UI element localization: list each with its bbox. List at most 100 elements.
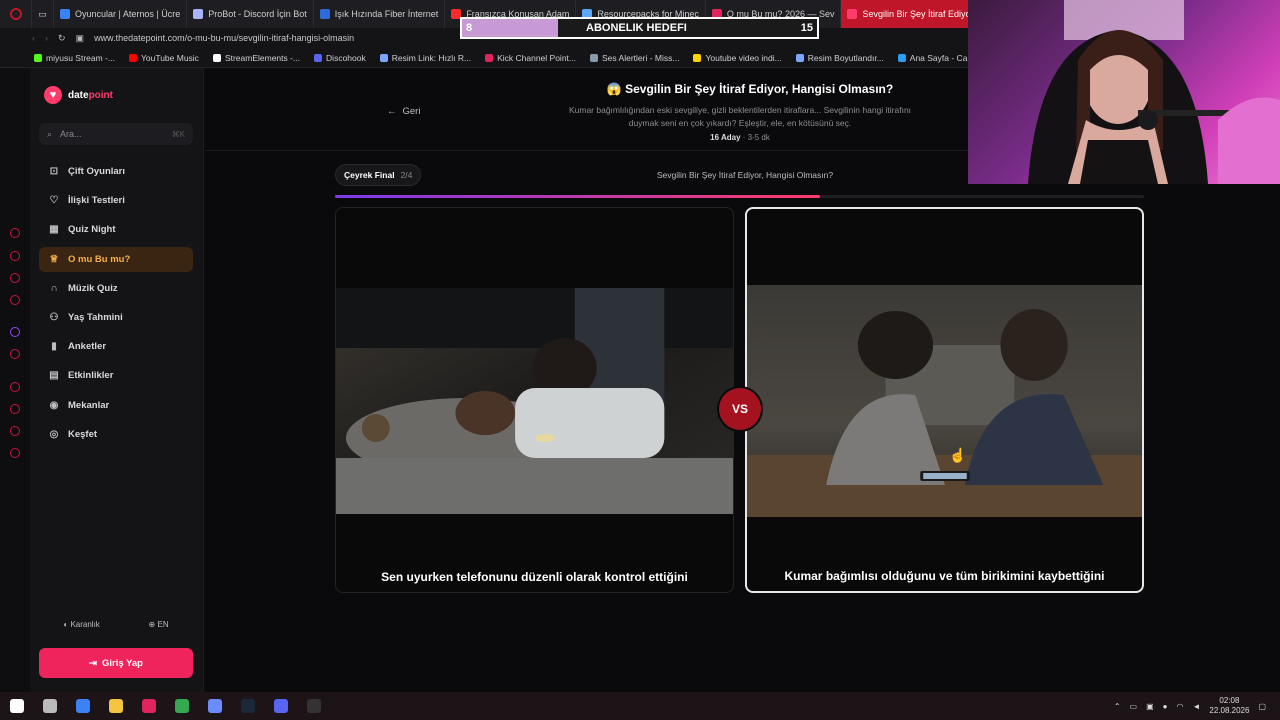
sidebar-item-label: Keşfet — [68, 428, 98, 440]
taskbar-app[interactable] — [66, 692, 99, 720]
folder-icon — [108, 699, 123, 713]
clock[interactable]: 02:08 22.08.2026 — [1209, 696, 1249, 716]
task-view-icon — [42, 699, 57, 713]
rail-icon[interactable] — [10, 251, 20, 261]
tab-favicon-icon — [60, 9, 70, 19]
back-arrow-icon[interactable]: ‹ — [32, 33, 35, 43]
calendar-icon: ▦ — [49, 224, 59, 236]
taskbar-app[interactable] — [165, 692, 198, 720]
lock-icon: ▣ — [75, 32, 85, 43]
login-label: Giriş Yap — [101, 657, 143, 669]
browser-tab[interactable]: ProBot - Discord İçin Bot — [187, 0, 314, 28]
reload-icon[interactable]: ↻ — [58, 33, 66, 44]
sidebar-footer: ◐ Karanlık ⊕ EN — [39, 620, 193, 629]
bookmark-favicon-icon — [34, 53, 42, 62]
goal-progress-fill — [462, 19, 558, 37]
sidebar-item[interactable]: ▦ Quiz Night — [39, 217, 193, 242]
round-progress-fill — [335, 195, 821, 198]
volume-icon[interactable]: ◄ — [1192, 702, 1200, 711]
bookmark-item[interactable]: Kick Channel Point... — [485, 53, 576, 63]
bookmark-favicon-icon — [485, 53, 494, 62]
taskbar-app[interactable] — [0, 692, 33, 720]
bookmark-item[interactable]: Resim Boyutlandır... — [795, 53, 884, 63]
bookmark-label: Kick Channel Point... — [497, 52, 576, 63]
sidebar-item[interactable]: ▤ Etkinlikler — [39, 363, 193, 388]
forward-arrow-icon[interactable]: › — [45, 33, 48, 43]
theme-label: Karanlık — [70, 620, 100, 629]
bookmark-item[interactable]: Ses Alertleri - Miss... — [590, 53, 679, 63]
sidebar-item[interactable]: ▮ Anketler — [39, 334, 193, 359]
rail-icon[interactable] — [10, 273, 20, 283]
browser-menu-button[interactable] — [0, 0, 32, 28]
taskbar-app[interactable] — [231, 692, 264, 720]
wifi-icon[interactable]: ◠ — [1176, 702, 1183, 711]
sidebar-item[interactable]: ◎ Keşfet — [39, 422, 193, 447]
windows-start-icon — [9, 699, 24, 713]
option-card-right[interactable]: Kumar bağımlısı olduğunu ve tüm birikimi… — [745, 207, 1144, 593]
bookmark-label: Discohook — [326, 52, 366, 63]
bookmark-label: StreamElements -... — [224, 52, 301, 63]
rail-icon[interactable] — [10, 404, 20, 414]
bookmark-item[interactable]: miyusu Stream -... — [34, 53, 115, 63]
browser-tab[interactable]: Işık Hızında Fiber İnternet — [314, 0, 446, 28]
rail-icon[interactable] — [10, 349, 20, 359]
quiz-duration: 3-5 dk — [747, 133, 770, 142]
battery-icon[interactable]: ▭ — [1130, 702, 1138, 711]
bookmark-label: Youtube video indi... — [705, 52, 782, 63]
mic-icon[interactable]: ● — [1163, 702, 1168, 711]
tab-list-icon[interactable]: ▭ — [32, 0, 54, 28]
sidebar-item[interactable]: ◉ Mekanlar — [39, 393, 193, 418]
sidebar-item-label: Müzik Quiz — [68, 282, 118, 294]
rail-icon[interactable] — [10, 295, 20, 305]
bookmark-label: Ses Alertleri - Miss... — [602, 52, 680, 63]
rail-icon[interactable] — [10, 382, 20, 392]
login-button[interactable]: ⇥ Giriş Yap — [39, 648, 193, 678]
theme-toggle[interactable]: ◐ Karanlık — [63, 620, 99, 629]
round-progress-bar — [335, 195, 1144, 198]
url-field[interactable]: www.thedatepoint.com/o-mu-bu-mu/sevgilin… — [94, 33, 354, 43]
taskbar-app[interactable] — [132, 692, 165, 720]
bookmark-item[interactable]: Resim Link: Hızlı R... — [379, 53, 471, 63]
taskbar-app[interactable] — [297, 692, 330, 720]
sidebar-item[interactable]: ♡ İlişki Testleri — [39, 188, 193, 213]
rail-icon[interactable] — [10, 426, 20, 436]
tab-title: Sevgilin Bir Şey İtiraf Ediyo — [862, 9, 968, 19]
sidebar-item[interactable]: ⚇ Yaş Tahmini — [39, 305, 193, 330]
bookmark-item[interactable]: Ana Sayfa - Ca — [897, 53, 967, 63]
notification-icon[interactable]: ▢ — [1258, 702, 1266, 711]
system-tray: ⌃ ▭ ▣ ● ◠ ◄ 02:08 22.08.2026 ▢ — [1114, 692, 1266, 720]
sidebar-item-label: Etkinlikler — [68, 370, 114, 382]
taskbar-app[interactable] — [33, 692, 66, 720]
bookmark-item[interactable]: YouTube Music — [128, 53, 199, 63]
sidebar-item-label: Çift Oyunları — [68, 166, 126, 177]
rail-icon[interactable] — [10, 228, 20, 238]
monitor-icon[interactable]: ▣ — [1146, 702, 1154, 711]
bookmark-favicon-icon — [379, 53, 388, 62]
bookmark-item[interactable]: Youtube video indi... — [693, 52, 782, 63]
settings-icon[interactable] — [10, 448, 20, 458]
site-logo[interactable]: ♥ datepoint — [44, 86, 113, 104]
sidebar-item[interactable]: ♕ O mu Bu mu? — [39, 246, 193, 272]
language-toggle[interactable]: ⊕ EN — [149, 620, 169, 629]
bookmark-favicon-icon — [128, 53, 137, 62]
search-input[interactable]: ⌕ Ara... ⌘K — [39, 123, 193, 145]
trophy-icon: ♕ — [49, 253, 59, 265]
goal-target: 15 — [800, 22, 813, 34]
bar-chart-icon: ▮ — [51, 341, 57, 353]
tab-favicon-icon — [847, 9, 858, 19]
twitch-icon[interactable] — [10, 327, 20, 337]
option-image-left — [336, 288, 733, 514]
quiz-meta: 16 Aday · 3-5 dk — [710, 133, 770, 142]
taskbar-app[interactable] — [99, 692, 132, 720]
bookmark-item[interactable]: StreamElements -... — [212, 52, 301, 63]
chevron-up-icon[interactable]: ⌃ — [1114, 702, 1121, 711]
sidebar-item[interactable]: ⊡ Çift Oyunları — [39, 159, 193, 184]
taskbar-app[interactable] — [198, 692, 231, 720]
sidebar-item[interactable]: ∩ Müzik Quiz — [39, 276, 193, 301]
option-card-left[interactable]: Sen uyurken telefonunu düzenli olarak ko… — [335, 207, 734, 593]
browser-tab[interactable]: Sevgilin Bir Şey İtiraf Ediyo — [841, 0, 968, 28]
browser-tab[interactable]: Oyuncular | Aternos | Ücre — [54, 0, 188, 28]
back-button[interactable]: ← Geri — [387, 106, 420, 117]
bookmark-item[interactable]: Discohook — [314, 53, 366, 63]
taskbar-app[interactable] — [264, 692, 297, 720]
